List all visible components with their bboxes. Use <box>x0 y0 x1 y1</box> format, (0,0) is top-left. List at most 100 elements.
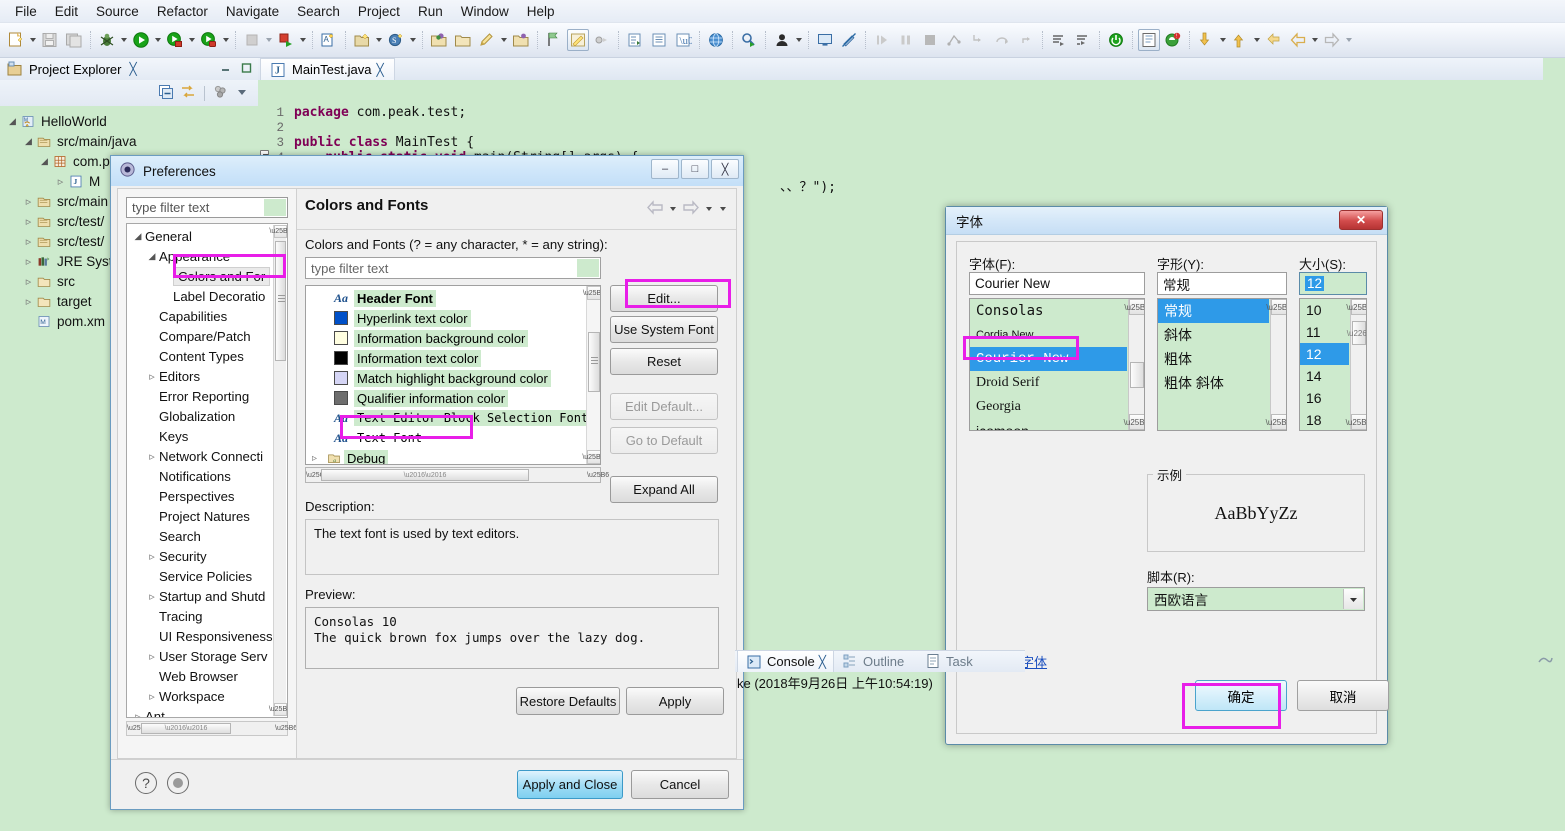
font-size-list[interactable]: 10111214161820 \u25B2 \u2261 \u25BC <box>1299 298 1367 431</box>
scroll-up-icon[interactable]: \u25B2 <box>269 225 287 238</box>
colors-fonts-list-item[interactable]: Aa Header Font <box>306 288 585 308</box>
run-dropdown-icon[interactable] <box>153 30 163 50</box>
previous-edit-dropdown-icon[interactable] <box>1218 30 1228 50</box>
pilcrow-icon[interactable]: \u00b6 <box>672 29 694 51</box>
font-size-list-item[interactable]: 14 <box>1300 365 1349 387</box>
preferences-tree-item[interactable]: Editors <box>127 366 273 386</box>
open-implementation-icon[interactable] <box>1072 29 1094 51</box>
scroll-thumb[interactable] <box>275 241 286 361</box>
tree-expander-icon[interactable] <box>22 215 35 228</box>
tree-expander-icon[interactable] <box>145 650 159 663</box>
restore-defaults-button[interactable]: Restore Defaults <box>516 687 620 715</box>
tree-expander-icon[interactable] <box>54 175 67 188</box>
tab-console[interactable]: Console ╳ <box>737 650 834 672</box>
pencil-dropdown-icon[interactable] <box>499 30 509 50</box>
tree-expander-icon[interactable] <box>145 550 159 563</box>
scroll-up-icon[interactable]: \u25B2 <box>1346 299 1366 315</box>
tree-expander-icon[interactable] <box>22 295 35 308</box>
font-style-list-item[interactable]: 常规 <box>1158 299 1269 323</box>
preferences-tree-item[interactable]: Project Natures <box>127 506 273 526</box>
maximize-button[interactable]: □ <box>681 159 709 179</box>
menu-item-project[interactable]: Project <box>349 2 409 21</box>
show-whitespace-list-icon[interactable] <box>648 29 670 51</box>
menu-item-search[interactable]: Search <box>288 2 349 21</box>
preferences-tree-scrollbar[interactable]: \u25B2 \u25BC <box>269 225 287 716</box>
hscroll-thumb[interactable]: \u2016\u2016 <box>141 723 231 734</box>
font-family-list-item[interactable]: Droid Serif <box>970 371 1127 395</box>
preferences-tree-item[interactable]: UI Responsiveness <box>127 626 273 646</box>
colors-fonts-list-item[interactable]: Match highlight background color <box>306 368 585 388</box>
tree-expander-icon[interactable] <box>22 275 35 288</box>
preferences-tree-item[interactable]: Content Types <box>127 346 273 366</box>
colors-fonts-list-item[interactable]: Aa Text Font <box>306 428 585 448</box>
filter-clear-area[interactable] <box>577 259 599 277</box>
font-style-input[interactable]: 常规 <box>1157 272 1287 295</box>
toggle-mark-occurrences-icon[interactable] <box>567 29 589 51</box>
apply-button[interactable]: Apply <box>626 687 724 715</box>
hscroll-right-icon[interactable]: \u25B6 <box>587 472 609 479</box>
colors-fonts-hscroll[interactable]: \u25C0 \u2016\u2016 \u25B6 <box>305 467 609 483</box>
preferences-tree-item[interactable]: Label Decoratio <box>127 286 273 306</box>
cancel-button[interactable]: Cancel <box>631 770 729 799</box>
tree-expander-icon[interactable] <box>22 235 35 248</box>
next-edit-icon[interactable] <box>1229 29 1251 51</box>
external-tools-dropdown-icon[interactable] <box>187 30 197 50</box>
menu-item-window[interactable]: Window <box>452 2 518 21</box>
maximize-icon[interactable] <box>239 61 254 75</box>
colors-fonts-list[interactable]: Aa Header Font Hyperlink text color Informa… <box>305 285 601 465</box>
run-external-tools-icon[interactable] <box>164 29 186 51</box>
view-menu-chevron-icon[interactable] <box>234 84 250 103</box>
menu-item-file[interactable]: File <box>6 2 46 21</box>
menu-item-help[interactable]: Help <box>518 2 564 21</box>
preferences-tree-item[interactable]: Globalization <box>127 406 273 426</box>
font-size-list-item[interactable]: 16 <box>1300 387 1349 409</box>
power-icon[interactable] <box>1105 29 1127 51</box>
close-button[interactable]: ✕ <box>1339 210 1383 230</box>
new-scala-dropdown-icon[interactable] <box>408 30 418 50</box>
font-size-scrollbar[interactable]: \u25B2 \u2261 \u25BC <box>1346 299 1366 430</box>
minimize-icon[interactable] <box>218 61 233 75</box>
colors-fonts-filter-input[interactable]: type filter text <box>305 257 601 279</box>
open-declaration-icon[interactable] <box>1048 29 1070 51</box>
project-tree-item[interactable]: src/main/java <box>0 131 258 151</box>
menu-item-refactor[interactable]: Refactor <box>148 2 217 21</box>
colors-fonts-list-item[interactable]: Aa Text Editor Block Selection Font <box>306 408 592 428</box>
new-scala-icon[interactable]: S <box>385 29 407 51</box>
tree-expander-icon[interactable] <box>145 251 159 262</box>
tab-maintest-java[interactable]: J MainTest.java ╳ <box>260 58 395 80</box>
next-edit-dropdown-icon[interactable] <box>1252 30 1262 50</box>
menu-item-run[interactable]: Run <box>409 2 452 21</box>
open-web-browser-icon[interactable] <box>705 29 727 51</box>
run-last-tool-icon[interactable] <box>275 29 297 51</box>
toggle-breadcrumb-icon[interactable] <box>1138 29 1160 51</box>
forward-dropdown-icon[interactable] <box>704 199 714 219</box>
preferences-tree-item[interactable]: Notifications <box>127 466 273 486</box>
bottom-right-icon[interactable] <box>1535 650 1555 673</box>
shell-menu-icon[interactable] <box>167 772 189 794</box>
font-list-scrollbar[interactable]: \u25B2 \u25BC <box>1124 299 1144 430</box>
preferences-tree-hscroll[interactable]: \u25C0 \u2016\u2016 \u25B6 <box>126 721 297 736</box>
forward-dropdown-icon[interactable] <box>1344 30 1354 50</box>
open-type-icon[interactable] <box>428 29 450 51</box>
tree-expander-icon[interactable] <box>145 690 159 703</box>
preferences-tree-item[interactable]: Keys <box>127 426 273 446</box>
preferences-tree-item[interactable]: Security <box>127 546 273 566</box>
preferences-tree-item[interactable]: Appearance <box>127 246 273 266</box>
preferences-tree-item[interactable]: Service Policies <box>127 566 273 586</box>
tree-expander-icon[interactable] <box>131 710 145 718</box>
close-button[interactable]: ╳ <box>711 159 739 179</box>
help-icon[interactable]: ? <box>135 772 157 794</box>
chevron-down-icon[interactable] <box>1343 589 1363 609</box>
scroll-down-icon[interactable]: \u25BC <box>1266 414 1286 430</box>
preferences-tree-item[interactable]: User Storage Serv <box>127 646 273 666</box>
console-monitor-icon[interactable] <box>814 29 836 51</box>
scroll-down-icon[interactable]: \u25BC <box>269 703 287 716</box>
minimize-button[interactable]: – <box>651 159 679 179</box>
tree-expander-icon[interactable] <box>22 136 35 147</box>
use-system-font-button[interactable]: Use System Font <box>610 316 718 343</box>
tree-expander-icon[interactable]: ▹ <box>312 453 326 464</box>
tree-expander-icon[interactable] <box>6 116 19 127</box>
new-java-project-icon[interactable] <box>351 29 373 51</box>
new-icon[interactable] <box>5 29 27 51</box>
font-style-list-item[interactable]: 粗体 斜体 <box>1158 371 1269 395</box>
